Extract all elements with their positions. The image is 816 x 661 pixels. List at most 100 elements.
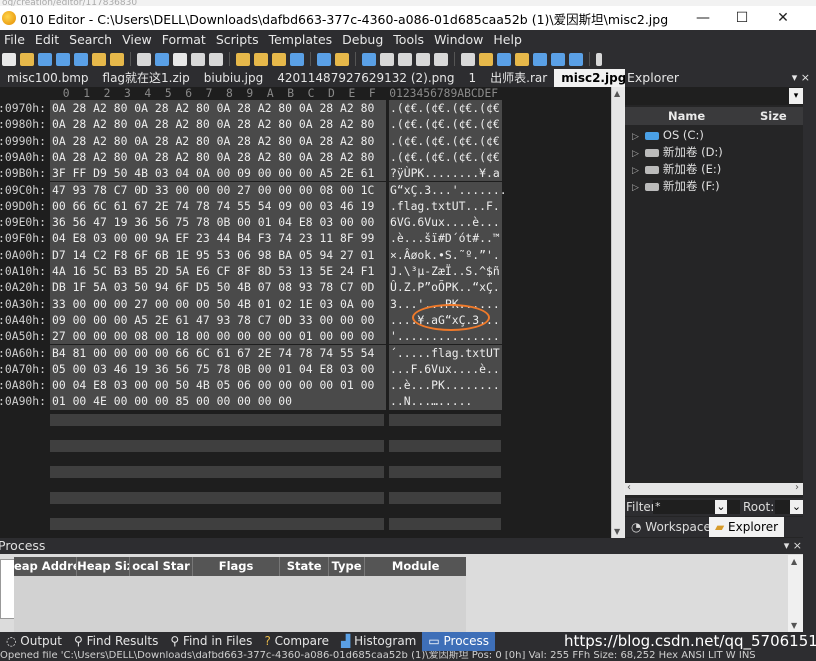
tab-find-results[interactable]: ⚲ Find Results xyxy=(68,632,164,651)
tab-process[interactable]: ▭ Process xyxy=(422,632,496,651)
template-icon[interactable] xyxy=(335,52,349,66)
process-table-body[interactable] xyxy=(14,576,466,632)
find-in-files-icon[interactable] xyxy=(272,52,286,66)
hex-row-bytes[interactable]: 09 00 00 00 A5 2E 61 47 93 78 C7 0D 33 0… xyxy=(50,311,386,329)
menu-window[interactable]: Window xyxy=(430,32,489,47)
hex-row-bytes[interactable]: 36 56 47 19 36 56 75 78 0B 00 01 04 E8 0… xyxy=(50,214,386,231)
col-local-start[interactable]: ocal Star xyxy=(130,557,193,576)
hex-row-bytes[interactable]: 0A 28 A2 80 0A 28 A2 80 0A 28 A2 80 0A 2… xyxy=(50,116,386,133)
hex-row-bytes[interactable]: 0A 28 A2 80 0A 28 A2 80 0A 28 A2 80 0A 2… xyxy=(50,132,386,149)
tab-histogram[interactable]: ▟ Histogram xyxy=(335,632,422,651)
explorer-item-d[interactable]: ▷ 新加卷 (D:) xyxy=(632,144,723,161)
script-icon[interactable] xyxy=(317,52,331,66)
save-as-icon[interactable] xyxy=(74,52,88,66)
col-heap-size[interactable]: Heap Size xyxy=(77,557,131,576)
convert-icon[interactable] xyxy=(551,52,565,66)
hex-row-bytes[interactable]: 47 93 78 C7 0D 33 00 00 00 27 00 00 00 0… xyxy=(50,181,386,198)
hex-row-ascii[interactable]: .flag.txtUT...F. xyxy=(389,197,502,215)
hex-row-ascii[interactable]: ´.....flag.txtUT xyxy=(389,344,502,361)
new-file-icon[interactable] xyxy=(2,52,16,66)
col-state[interactable]: State xyxy=(280,557,329,576)
columns-icon[interactable] xyxy=(416,52,430,66)
tab-flag-zip[interactable]: flag就在这1.zip xyxy=(96,69,197,87)
chevron-down-icon[interactable]: ⌄ xyxy=(715,500,727,514)
explorer-path-dropdown[interactable] xyxy=(625,87,803,105)
compare-icon[interactable] xyxy=(497,52,511,66)
hex-row-ascii[interactable]: ..N...…..... xyxy=(389,393,502,410)
calculator-icon[interactable] xyxy=(479,52,493,66)
scroll-down-icon[interactable]: ▼ xyxy=(614,527,620,536)
scroll-up-icon[interactable]: ▲ xyxy=(791,557,797,566)
close-file-icon[interactable] xyxy=(92,52,106,66)
hex-row-ascii[interactable]: 6VG.6Vux....è... xyxy=(389,214,502,231)
copy-icon[interactable] xyxy=(155,52,169,66)
redo-icon[interactable] xyxy=(209,52,223,66)
maximize-button[interactable]: ☐ xyxy=(719,6,765,30)
process-panel-controls[interactable]: ▾ × xyxy=(784,538,802,554)
hex-editor[interactable]: :0970h: 0A 28 A2 80 0A 28 A2 80 0A 28 A2 … xyxy=(0,100,612,538)
tab-misc2-jpg[interactable]: misc2.jpg × xyxy=(554,69,625,87)
pause-icon[interactable] xyxy=(596,52,602,66)
paste-icon[interactable] xyxy=(173,52,187,66)
menu-file[interactable]: File xyxy=(0,32,31,47)
print-icon[interactable] xyxy=(110,52,124,66)
hex-row-ascii[interactable]: J.\³µ-ZæÏ..S.^$ñ xyxy=(389,263,502,280)
hex-row-bytes[interactable]: 4A 16 5C B3 B5 2D 5A E6 CF 8F 8D 53 13 5… xyxy=(50,263,386,280)
tab-biubiu-jpg[interactable]: biubiu.jpg xyxy=(197,69,271,87)
hex-mode-icon[interactable] xyxy=(362,52,376,66)
hex-vertical-scrollbar[interactable]: ▲ ▼ xyxy=(611,87,624,538)
hex-row-ascii[interactable]: .è...šï#D´ót#..™ xyxy=(389,230,502,247)
tab-misc100-bmp[interactable]: misc100.bmp xyxy=(0,69,96,87)
hex-row-bytes[interactable]: 01 00 4E 00 00 00 85 00 00 00 00 00 xyxy=(50,393,386,410)
hex-row-ascii[interactable]: .(¢€.(¢€.(¢€.(¢€ xyxy=(389,132,502,149)
hex-row-bytes[interactable]: 3F FF D9 50 4B 03 04 0A 00 09 00 00 00 A… xyxy=(50,165,386,182)
hex-row-ascii[interactable]: ...F.6Vux....è.. xyxy=(389,360,502,378)
menu-scripts[interactable]: Scripts xyxy=(212,32,265,47)
tab-rar[interactable]: 出师表.rar xyxy=(483,69,554,87)
scroll-left-icon[interactable]: ‹ xyxy=(627,482,631,493)
checksum-icon[interactable] xyxy=(533,52,547,66)
chevron-down-icon[interactable]: ▾ xyxy=(789,88,803,104)
col-name[interactable]: Name xyxy=(668,107,705,125)
process-list[interactable] xyxy=(0,559,15,619)
menu-help[interactable]: Help xyxy=(489,32,528,47)
chevron-down-icon[interactable]: ⌄ xyxy=(790,500,803,514)
explorer-item-e[interactable]: ▷ 新加卷 (E:) xyxy=(632,161,721,178)
histogram-icon[interactable] xyxy=(515,52,529,66)
tab-workspace[interactable]: ◔ Workspace xyxy=(631,517,711,537)
find-icon[interactable] xyxy=(236,52,250,66)
hex-row-bytes[interactable]: 00 04 E8 03 00 00 50 4B 05 06 00 00 00 0… xyxy=(50,377,386,394)
goto-icon[interactable] xyxy=(290,52,304,66)
tab-output[interactable]: ◌ Output xyxy=(0,632,68,651)
inspector-icon[interactable] xyxy=(461,52,475,66)
explorer-item-c[interactable]: ▷ OS (C:) xyxy=(632,127,704,144)
menu-tools[interactable]: Tools xyxy=(389,32,430,47)
menu-search[interactable]: Search xyxy=(65,32,118,47)
hex-row-bytes[interactable]: 05 00 03 46 19 36 56 75 78 0B 00 01 04 E… xyxy=(50,360,386,378)
menu-edit[interactable]: Edit xyxy=(31,32,65,47)
hex-row-bytes[interactable]: DB 1F 5A 03 50 94 6F D5 50 4B 07 08 93 7… xyxy=(50,279,386,296)
col-module[interactable]: Module xyxy=(365,557,466,576)
hex-row-bytes[interactable]: 33 00 00 00 27 00 00 00 50 4B 01 02 1E 0… xyxy=(50,295,386,312)
menu-format[interactable]: Format xyxy=(158,32,212,47)
save-all-icon[interactable] xyxy=(56,52,70,66)
save-icon[interactable] xyxy=(38,52,52,66)
col-heap-address[interactable]: eap Addres xyxy=(14,557,78,576)
tab-png[interactable]: 42011487927629132 (2).png xyxy=(270,69,461,87)
undo-icon[interactable] xyxy=(191,52,205,66)
scroll-down-icon[interactable]: ▼ xyxy=(791,621,797,630)
pilcrow-icon[interactable] xyxy=(398,52,412,66)
scroll-up-icon[interactable]: ▲ xyxy=(614,89,620,98)
col-size[interactable]: Size xyxy=(760,107,787,125)
hex-row-ascii[interactable]: ?ÿÙPK........¥.a xyxy=(389,165,502,182)
explorer-item-f[interactable]: ▷ 新加卷 (F:) xyxy=(632,178,720,195)
hex-row-ascii[interactable]: ×.Âøok.•S.˜º.”'. xyxy=(389,246,502,263)
hex-row-bytes[interactable]: 0A 28 A2 80 0A 28 A2 80 0A 28 A2 80 0A 2… xyxy=(50,148,386,166)
explorer-panel-controls[interactable]: ▾ × xyxy=(792,69,810,87)
hex-row-bytes[interactable]: 00 66 6C 61 67 2E 74 78 74 55 54 09 00 0… xyxy=(50,197,386,215)
hex-row-ascii[interactable]: .(¢€.(¢€.(¢€.(¢€ xyxy=(389,148,502,166)
tab-explorer[interactable]: ▰ Explorer xyxy=(709,517,785,537)
tab-1[interactable]: 1 xyxy=(462,69,484,87)
hex-row-ascii[interactable]: Û.Z.P”oÕPK..“xÇ. xyxy=(389,279,502,296)
text-mode-icon[interactable] xyxy=(380,52,394,66)
